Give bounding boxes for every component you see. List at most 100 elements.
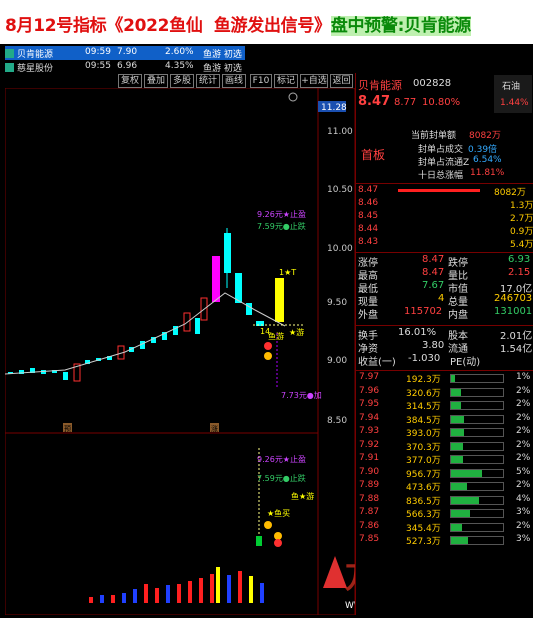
ask-price: 8.44	[358, 224, 379, 234]
divider	[356, 252, 533, 253]
volume-bar	[188, 581, 192, 603]
banner-highlight: 盘中预警:贝肯能源	[330, 16, 471, 36]
ladder-row[interactable]: 7.91 377.0万 2%	[358, 453, 533, 466]
seal-float-value: 6.54%	[473, 155, 502, 165]
signal-t-label: 1★T	[279, 268, 296, 277]
volume-bar	[100, 595, 104, 603]
ladder-volume: 192.3万	[406, 375, 441, 385]
ladder-bar-frame	[450, 401, 504, 410]
ladder-pct: 2%	[516, 426, 531, 436]
watermark-text: 万股网	[345, 561, 355, 596]
ladder-volume: 370.3万	[406, 442, 441, 453]
ladder-row[interactable]: 7.93 393.0万 2%	[358, 426, 533, 439]
inner-label: 内盘	[448, 310, 468, 321]
ladder-price: 7.95	[359, 399, 380, 409]
alert-tag: 鱼游 初选	[203, 64, 242, 74]
ladder-volume: 320.6万	[406, 388, 441, 399]
toolbar-f10-button[interactable]: F10	[250, 74, 272, 88]
ladder-row[interactable]: 7.86 345.4万 2%	[358, 521, 533, 534]
ladder-bar-frame	[450, 374, 504, 383]
sub-take-profit-label: 9.26元★止盈	[257, 454, 306, 464]
ladder-price: 7.93	[359, 426, 380, 436]
toolbar-mark-button[interactable]: 标记	[274, 74, 298, 88]
ladder-volume: 345.4万	[406, 523, 441, 534]
ladder-bar-frame	[450, 441, 504, 451]
kline-chart[interactable]: 11.28 11.00 10.50 10.00 9.50 9.00 8.50 9…	[4, 87, 435, 616]
ladder-row[interactable]: 7.85 527.3万 3%	[358, 534, 533, 547]
ask-volume: 8082万	[494, 188, 526, 198]
price-ladder[interactable]: 7.97 192.3万 1% 7.96 320.6万 2% 7.95 314.5万 2% 7.94…	[358, 372, 533, 612]
alert-stock-name: 慈星股份	[17, 64, 54, 74]
ladder-bar-frame	[450, 495, 504, 505]
ladder-row[interactable]: 7.92 370.3万 2%	[358, 440, 533, 453]
turnover-value: 16.01%	[398, 327, 437, 338]
industry-box[interactable]: 石油 1.44%	[494, 75, 532, 113]
volume-bar	[199, 578, 203, 603]
ladder-row[interactable]: 7.94 384.5万 2%	[358, 413, 533, 426]
ladder-pct: 2%	[516, 520, 531, 531]
ladder-volume: 527.3万	[406, 537, 441, 547]
ladder-bar	[451, 415, 464, 423]
ladder-row[interactable]: 7.89 473.6万 2%	[358, 480, 533, 493]
candle	[246, 303, 252, 315]
add-position-label: 7.73元●加	[281, 390, 322, 400]
ask-volume: 0.9万	[510, 227, 533, 237]
volume-bar	[166, 585, 170, 603]
ladder-row[interactable]: 7.97 192.3万 1%	[358, 372, 533, 385]
price-tick: 8.50	[327, 416, 347, 426]
net-asset-value: 3.80	[422, 340, 445, 351]
toolbar-fuquan-button[interactable]: 复权	[118, 74, 142, 88]
ladder-volume: 473.6万	[406, 483, 441, 493]
quote-panel: 贝肯能源 002828 石油 1.44% 8.47 8.77 10.80% 当前…	[355, 73, 533, 615]
buy-marker-icon	[264, 352, 272, 360]
ladder-row[interactable]: 7.87 566.3万 3%	[358, 507, 533, 520]
ladder-pct: 2%	[516, 453, 531, 463]
ten-day-gain-value: 11.81%	[470, 168, 505, 178]
ladder-row[interactable]: 7.90 956.7万 5%	[358, 467, 533, 480]
alert-row[interactable]: 贝肯能源 09:59 7.90 2.60% 鱼游 初选	[5, 46, 245, 60]
ladder-bar-frame	[450, 468, 504, 478]
toolbar-stats-button[interactable]: 统计	[196, 74, 220, 88]
ladder-pct: 3%	[516, 534, 531, 544]
limit-up-value: 8.47	[422, 254, 445, 265]
pe-label: PE(动)	[450, 357, 481, 368]
ask-price: 8.46	[358, 198, 379, 208]
outer-value: 115702	[404, 306, 443, 317]
ten-day-gain-label: 十日总涨幅	[418, 171, 464, 181]
toolbar-multistock-button[interactable]: 多股	[170, 74, 194, 88]
sub-fish-swim-label: 鱼★游	[291, 491, 314, 501]
ladder-price: 7.87	[359, 507, 380, 517]
divider	[356, 370, 533, 371]
ladder-row[interactable]: 7.88 836.5万 4%	[358, 494, 533, 507]
ladder-volume: 377.0万	[406, 456, 441, 466]
ladder-row[interactable]: 7.95 314.5万 2%	[358, 399, 533, 412]
candle-current	[275, 278, 284, 322]
alert-price: 7.90	[117, 47, 138, 57]
candle	[224, 233, 231, 273]
seal-amount-label: 当前封单额	[411, 131, 457, 141]
alert-row[interactable]: 慈星股份 09:55 6.96 4.35% 鱼游 初选	[5, 60, 245, 74]
change-pct: 10.80%	[422, 97, 461, 108]
volume-ratio-value: 2.15	[508, 267, 531, 278]
ladder-pct: 3%	[516, 507, 531, 517]
kline-chart-panel[interactable]: 11.28 11.00 10.50 10.00 9.50 9.00 8.50 9…	[4, 87, 435, 616]
stop-fall-label: 7.59元●止跌	[257, 221, 306, 231]
ask-volume: 2.7万	[510, 214, 533, 224]
take-profit-label: 9.26元★止盈	[257, 209, 306, 219]
toolbar-overlay-button[interactable]: 叠加	[144, 74, 168, 88]
ladder-bar	[451, 523, 463, 531]
toolbar-draw-button[interactable]: 画线	[222, 74, 246, 88]
ladder-price: 7.89	[359, 480, 380, 490]
ladder-row[interactable]: 7.96 320.6万 2%	[358, 386, 533, 399]
sub-stop-fall-label: 7.59元●止跌	[257, 473, 306, 483]
toolbar-add-favorite-button[interactable]: +自选	[300, 74, 328, 88]
ladder-pct: 5%	[516, 466, 531, 477]
ladder-bar-frame	[450, 509, 504, 518]
title-banner: 8月12号指标《2022鱼仙 鱼游发出信号》盘中预警:贝肯能源	[0, 0, 533, 44]
alert-time: 09:55	[85, 61, 111, 71]
toolbar-back-button[interactable]: 返回	[330, 74, 353, 88]
high-value: 8.47	[422, 267, 445, 278]
ladder-bar-frame	[450, 387, 504, 397]
current-vol-value: 4	[438, 293, 445, 304]
sub-fish-buy-label: ★鱼买	[267, 508, 290, 518]
